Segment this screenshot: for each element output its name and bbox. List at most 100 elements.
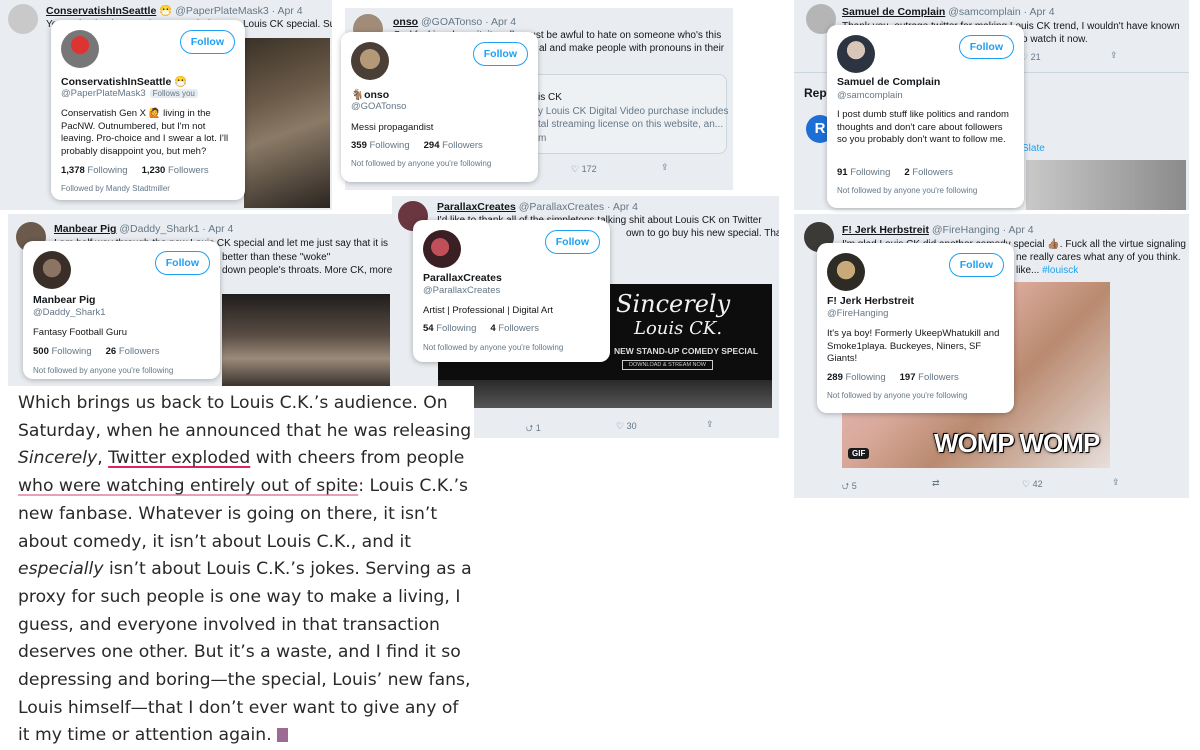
stats: 359 Following 294 Followers (351, 140, 483, 151)
link-domain: m (538, 133, 547, 144)
display-name[interactable]: Samuel de Complain (837, 76, 940, 88)
follow-button[interactable]: Follow (544, 230, 600, 254)
article-link-spite[interactable]: who were watching entirely out of spite (18, 476, 358, 496)
follow-button[interactable]: Follow (154, 251, 210, 275)
tweet-handle: @ParallaxCreates (518, 201, 605, 213)
handle-text: @PaperPlateMask3 (61, 88, 146, 99)
stats: 54 Following 4 Followers (423, 323, 539, 334)
followers-label[interactable]: Followers (442, 140, 483, 151)
following-count[interactable]: 359 (351, 140, 367, 151)
followers-count[interactable]: 26 (106, 346, 117, 357)
end-mark-icon (277, 728, 289, 743)
share-icon[interactable]: ⇪ (661, 162, 669, 173)
display-name[interactable]: ParallaxCreates (423, 272, 502, 284)
followers-count[interactable]: 2 (904, 167, 909, 178)
tweet-date[interactable]: Apr 4 (1029, 6, 1054, 18)
display-name[interactable]: F! Jerk Herbstreit (827, 295, 914, 307)
tweet-photo[interactable] (244, 38, 330, 208)
reply-action[interactable]: ⮍ 1 (526, 421, 541, 437)
tweet-date[interactable]: Apr 4 (1009, 224, 1034, 236)
following-count[interactable]: 289 (827, 372, 843, 383)
like-action[interactable]: ♡ 30 (616, 421, 637, 432)
following-count[interactable]: 54 (423, 323, 434, 334)
display-name[interactable]: Manbear Pig (33, 294, 95, 306)
emoji: 😷 (159, 5, 173, 17)
avatar[interactable] (33, 251, 71, 289)
following-label[interactable]: Following (52, 346, 92, 357)
tweet-author-name[interactable]: ParallaxCreates (437, 201, 516, 213)
followers-count[interactable]: 4 (490, 323, 495, 334)
following-count[interactable]: 91 (837, 167, 848, 178)
followers-label[interactable]: Followers (119, 346, 160, 357)
tweet-author-name[interactable]: onso (393, 16, 418, 28)
display-name[interactable]: ConservatishInSeattle 😷 (61, 75, 187, 88)
follow-button[interactable]: Follow (472, 42, 528, 66)
avatar[interactable] (61, 30, 99, 68)
followers-label[interactable]: Followers (498, 323, 539, 334)
tweet-header: onso @GOATonso · Apr 4 (393, 16, 517, 28)
profile-card-samuel: Follow Samuel de Complain @samcomplain I… (827, 25, 1024, 208)
tweet-header: Manbear Pig @Daddy_Shark1 · Apr 4 (54, 223, 234, 235)
followers-count[interactable]: 294 (424, 140, 440, 151)
article-link-twitter-exploded[interactable]: Twitter exploded (108, 448, 250, 468)
tweet-header: F! Jerk Herbstreit @FireHanging · Apr 4 (842, 224, 1034, 236)
followers-label[interactable]: Followers (918, 372, 959, 383)
tweet-author-name[interactable]: Samuel de Complain (842, 6, 945, 18)
following-label[interactable]: Following (87, 165, 127, 176)
tweet-date[interactable]: Apr 4 (278, 5, 303, 17)
follow-button[interactable]: Follow (179, 30, 235, 54)
like-count: 172 (581, 164, 597, 174)
like-action[interactable]: ♡ 172 (571, 164, 597, 175)
link-card[interactable]: is CK y Louis CK Digital Video purchase … (531, 74, 728, 154)
avatar[interactable] (827, 253, 865, 291)
reply-count: 1 (535, 423, 541, 433)
bio: I post dumb stuff like politics and rand… (837, 109, 1009, 145)
reply-link[interactable]: Slate (1022, 143, 1045, 154)
following-label[interactable]: Following (436, 323, 476, 334)
bio: Fantasy Football Guru (33, 327, 127, 338)
followers-label[interactable]: Followers (912, 167, 953, 178)
share-icon[interactable]: ⇪ (1110, 50, 1118, 61)
tweet-author-name[interactable]: F! Jerk Herbstreit (842, 224, 929, 236)
tweet-text-cont: o watch it now. (1022, 34, 1088, 45)
tweet-author-name[interactable]: ConservatishInSeattle (46, 5, 156, 17)
tweet-text-cont: own to go buy his new special. Thanks (626, 228, 779, 239)
reply-action[interactable]: ⮍ 5 (842, 479, 857, 495)
promo-cta[interactable]: DOWNLOAD & STREAM NOW (622, 360, 714, 370)
tweet-date[interactable]: Apr 4 (613, 201, 638, 213)
avatar[interactable] (423, 230, 461, 268)
avatar[interactable] (8, 4, 38, 34)
tweet-photo[interactable] (222, 294, 390, 386)
share-icon[interactable]: ⇪ (1112, 477, 1120, 488)
bio: It's ya boy! Formerly UkeepWhatukill and… (827, 328, 1000, 364)
reply-photo[interactable] (1026, 160, 1186, 210)
profile-card-herbstreit: Follow F! Jerk Herbstreit @FireHanging I… (817, 243, 1014, 413)
tweet-text-cont: al and make people with pronouns in thei… (539, 43, 725, 54)
display-name[interactable]: 🐐onso (351, 88, 389, 101)
link-title: is CK (538, 92, 562, 103)
followers-label[interactable]: Followers (168, 165, 209, 176)
tweet-date[interactable]: Apr 4 (491, 16, 516, 28)
tweet-header: ConservatishInSeattle 😷 @PaperPlateMask3… (46, 5, 303, 17)
following-label[interactable]: Following (846, 372, 886, 383)
tweet-date[interactable]: Apr 4 (208, 223, 233, 235)
handle: @Daddy_Shark1 (33, 307, 106, 318)
following-count[interactable]: 500 (33, 346, 49, 357)
share-icon[interactable]: ⇪ (706, 419, 714, 430)
followers-count[interactable]: 1,230 (142, 165, 166, 176)
following-count[interactable]: 1,378 (61, 165, 85, 176)
avatar[interactable] (837, 35, 875, 73)
followers-count[interactable]: 197 (900, 372, 916, 383)
retweet-icon[interactable]: ⇄ (932, 478, 940, 489)
handle: @samcomplain (837, 90, 903, 101)
hashtag-link[interactable]: #louisck (1042, 265, 1078, 276)
following-label[interactable]: Following (850, 167, 890, 178)
follow-button[interactable]: Follow (958, 35, 1014, 59)
following-label[interactable]: Following (370, 140, 410, 151)
follow-button[interactable]: Follow (948, 253, 1004, 277)
like-action[interactable]: ♡ 42 (1022, 479, 1043, 490)
tweet-text-cont: better than these "woke" (222, 252, 331, 263)
tweet-author-name[interactable]: Manbear Pig (54, 223, 116, 235)
avatar[interactable] (351, 42, 389, 80)
bio: Conservatish Gen X 🙋 living in the PacNW… (61, 108, 229, 157)
